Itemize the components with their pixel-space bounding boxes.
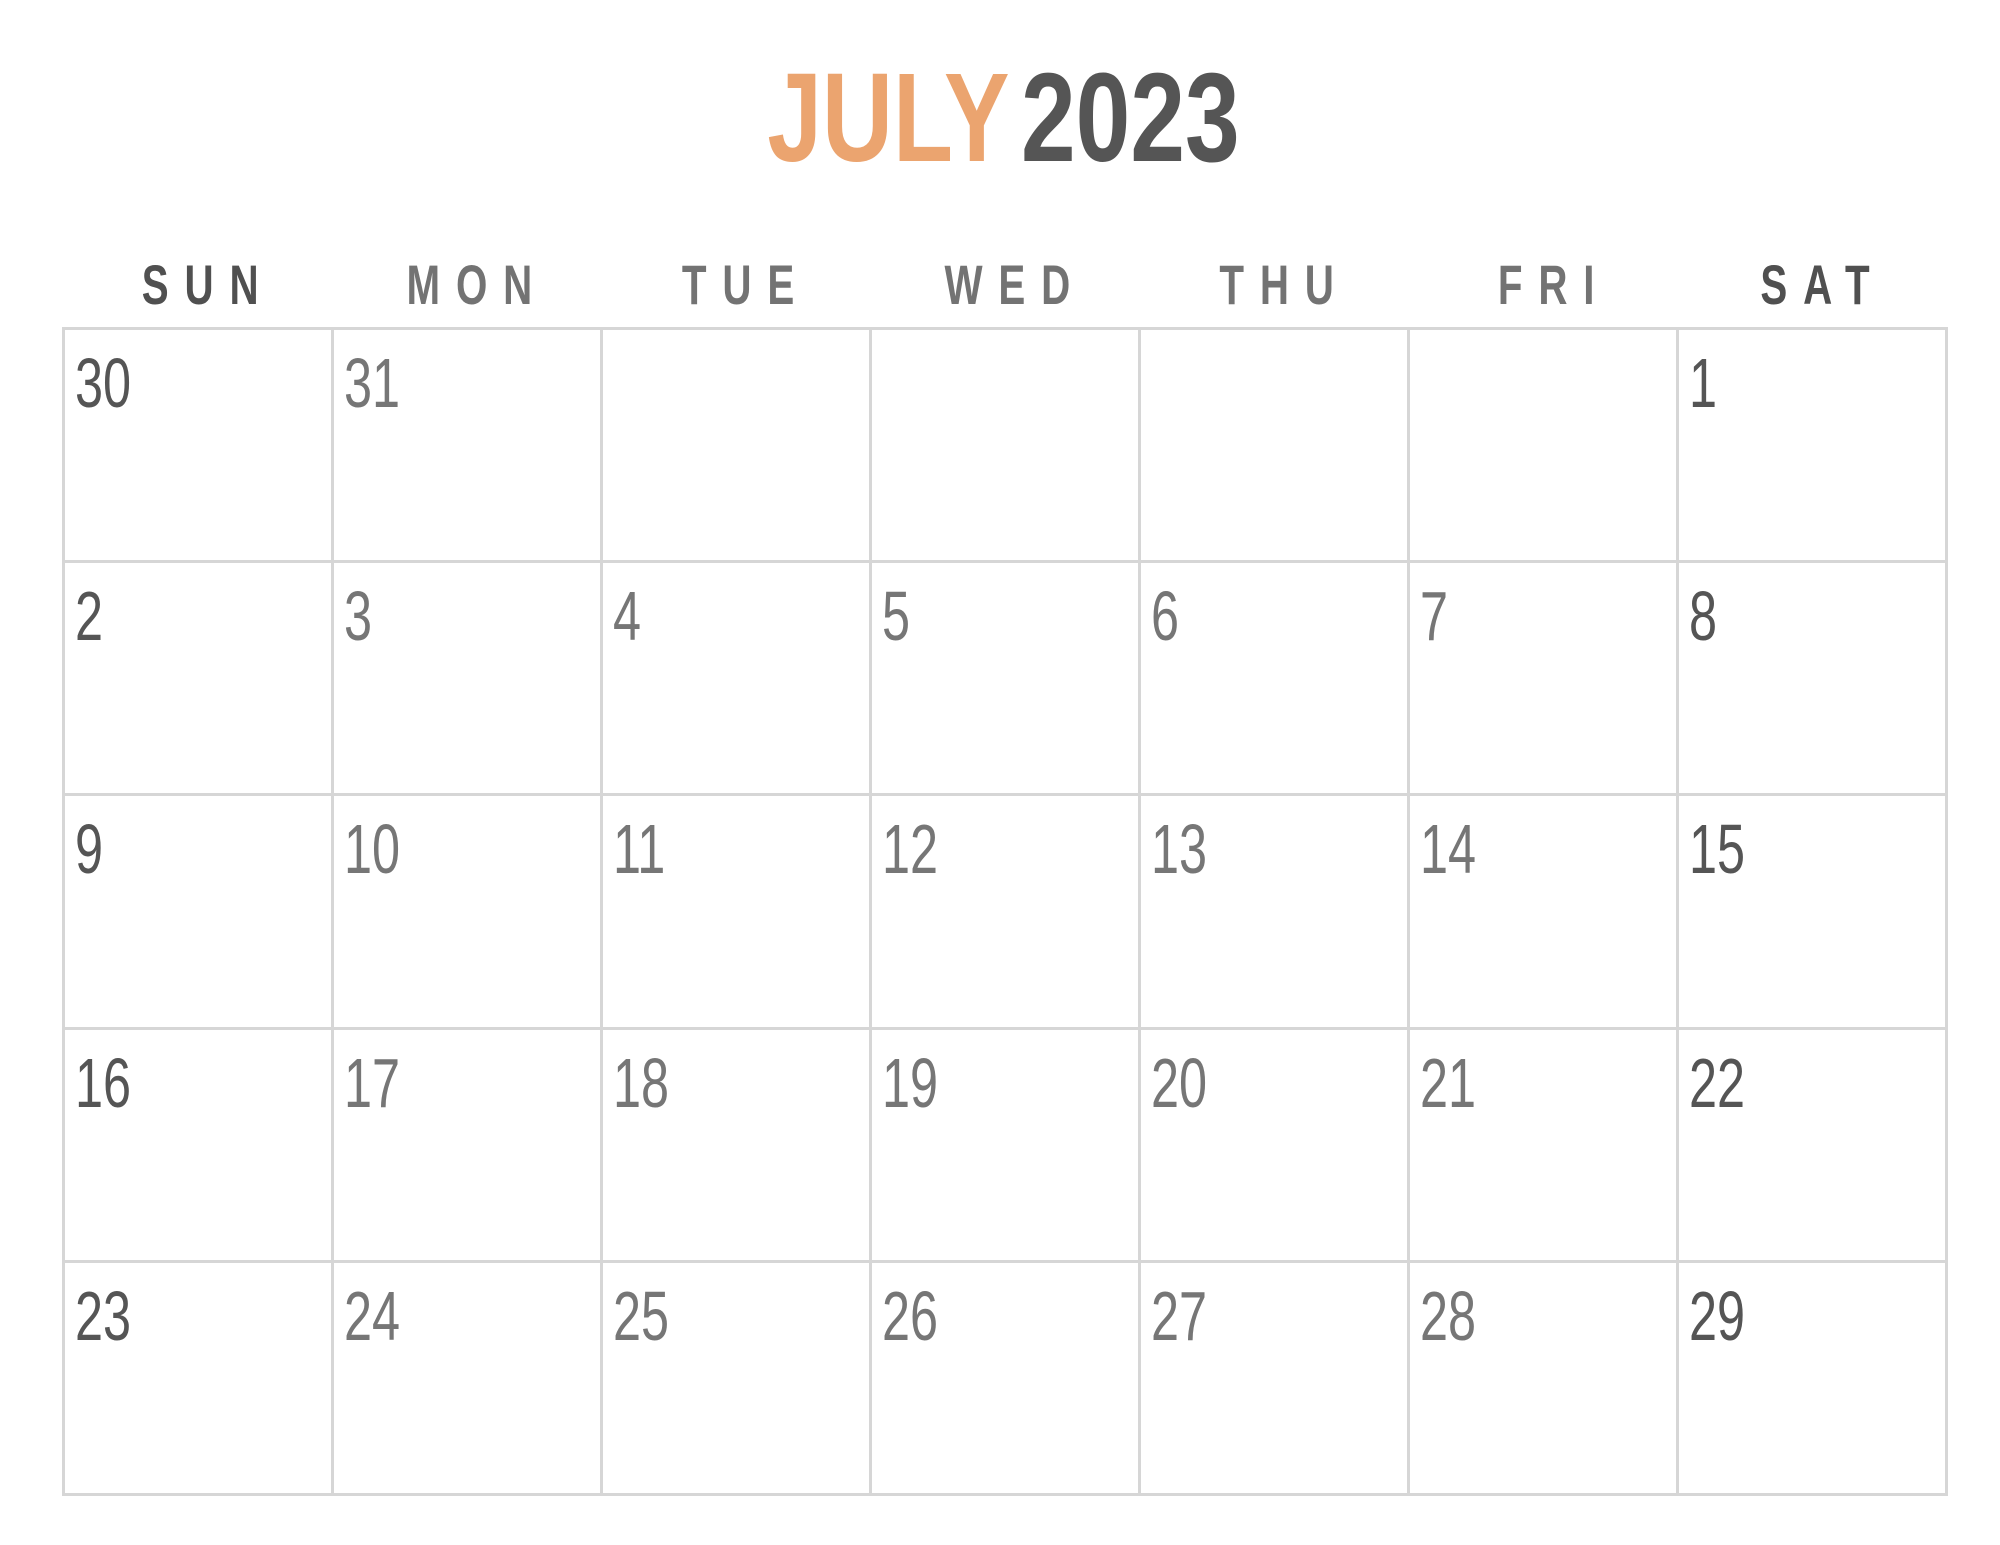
weekday-label: WED <box>944 253 1087 316</box>
weekday-thu: THU <box>1139 254 1408 316</box>
weekday-tue: TUE <box>601 254 870 316</box>
day-cell: 27 <box>1141 1262 1410 1496</box>
day-cell: 30 <box>65 330 334 564</box>
weekday-wed: WED <box>870 254 1139 316</box>
day-number: 25 <box>613 1276 670 1355</box>
day-number: 19 <box>882 1043 939 1122</box>
weekday-label: FRI <box>1497 253 1611 316</box>
day-cell: 11 <box>603 796 872 1030</box>
weekday-label: TUE <box>682 253 811 316</box>
day-number: 6 <box>1151 577 1180 656</box>
weekday-mon: MON <box>331 254 600 316</box>
year-label: 2023 <box>1021 47 1240 188</box>
weekday-sat: SAT <box>1678 254 1947 316</box>
day-cell: 13 <box>1141 796 1410 1030</box>
weekday-label: SAT <box>1760 253 1886 316</box>
day-cell: 28 <box>1410 1262 1679 1496</box>
day-number: 27 <box>1151 1276 1208 1355</box>
day-number: 18 <box>613 1043 670 1122</box>
day-cell: 19 <box>872 1029 1141 1263</box>
day-cell: 23 <box>65 1262 334 1496</box>
day-number: 23 <box>75 1276 132 1355</box>
day-number: 28 <box>1420 1276 1477 1355</box>
day-number: 26 <box>882 1276 939 1355</box>
day-cell: 26 <box>872 1262 1141 1496</box>
calendar-grid: 30 31 1 2 3 4 5 6 7 8 9 10 11 12 13 14 15 16 17 18 19 20 21 22 2… <box>62 327 1948 1496</box>
day-number: 7 <box>1420 577 1449 656</box>
day-cell <box>1410 330 1679 564</box>
weekday-label: THU <box>1219 253 1350 316</box>
day-cell: 24 <box>334 1262 603 1496</box>
day-number: 5 <box>882 577 911 656</box>
day-number: 1 <box>1689 344 1718 422</box>
calendar-title: JULY2023 <box>0 48 2000 188</box>
day-number: 9 <box>75 810 104 889</box>
day-cell: 20 <box>1141 1029 1410 1263</box>
weekday-label: MON <box>406 253 548 316</box>
day-cell <box>872 330 1141 564</box>
day-cell: 21 <box>1410 1029 1679 1263</box>
day-number: 16 <box>75 1043 132 1122</box>
weekday-label: SUN <box>141 253 274 316</box>
day-number: 17 <box>344 1043 401 1122</box>
day-number: 31 <box>344 344 401 422</box>
day-number: 14 <box>1420 810 1477 889</box>
day-number: 13 <box>1151 810 1208 889</box>
day-cell: 6 <box>1141 563 1410 797</box>
month-name: JULY <box>766 47 1010 188</box>
day-cell: 7 <box>1410 563 1679 797</box>
day-number: 12 <box>882 810 939 889</box>
day-cell <box>603 330 872 564</box>
day-cell: 16 <box>65 1029 334 1263</box>
day-cell: 3 <box>334 563 603 797</box>
day-cell: 31 <box>334 330 603 564</box>
day-number: 4 <box>613 577 642 656</box>
day-cell: 4 <box>603 563 872 797</box>
day-cell <box>1141 330 1410 564</box>
day-number: 22 <box>1689 1043 1746 1122</box>
day-cell: 15 <box>1679 796 1948 1030</box>
day-number: 21 <box>1420 1043 1477 1122</box>
day-number: 15 <box>1689 810 1746 889</box>
day-number: 24 <box>344 1276 401 1355</box>
weekday-header-row: SUN MON TUE WED THU FRI SAT <box>62 254 1947 316</box>
day-cell: 18 <box>603 1029 872 1263</box>
day-number: 3 <box>344 577 373 656</box>
day-number: 29 <box>1689 1276 1746 1355</box>
weekday-sun: SUN <box>62 254 331 316</box>
day-cell: 22 <box>1679 1029 1948 1263</box>
day-cell: 2 <box>65 563 334 797</box>
day-cell: 17 <box>334 1029 603 1263</box>
weekday-fri: FRI <box>1408 254 1677 316</box>
day-cell: 8 <box>1679 563 1948 797</box>
day-cell: 9 <box>65 796 334 1030</box>
day-cell: 12 <box>872 796 1141 1030</box>
day-number: 30 <box>75 344 132 422</box>
day-number: 20 <box>1151 1043 1208 1122</box>
day-cell: 5 <box>872 563 1141 797</box>
day-number: 10 <box>344 810 401 889</box>
day-number: 11 <box>613 810 666 889</box>
day-cell: 1 <box>1679 330 1948 564</box>
day-cell: 10 <box>334 796 603 1030</box>
day-cell: 29 <box>1679 1262 1948 1496</box>
day-cell: 25 <box>603 1262 872 1496</box>
day-number: 2 <box>75 577 104 656</box>
day-number: 8 <box>1689 577 1718 656</box>
day-cell: 14 <box>1410 796 1679 1030</box>
